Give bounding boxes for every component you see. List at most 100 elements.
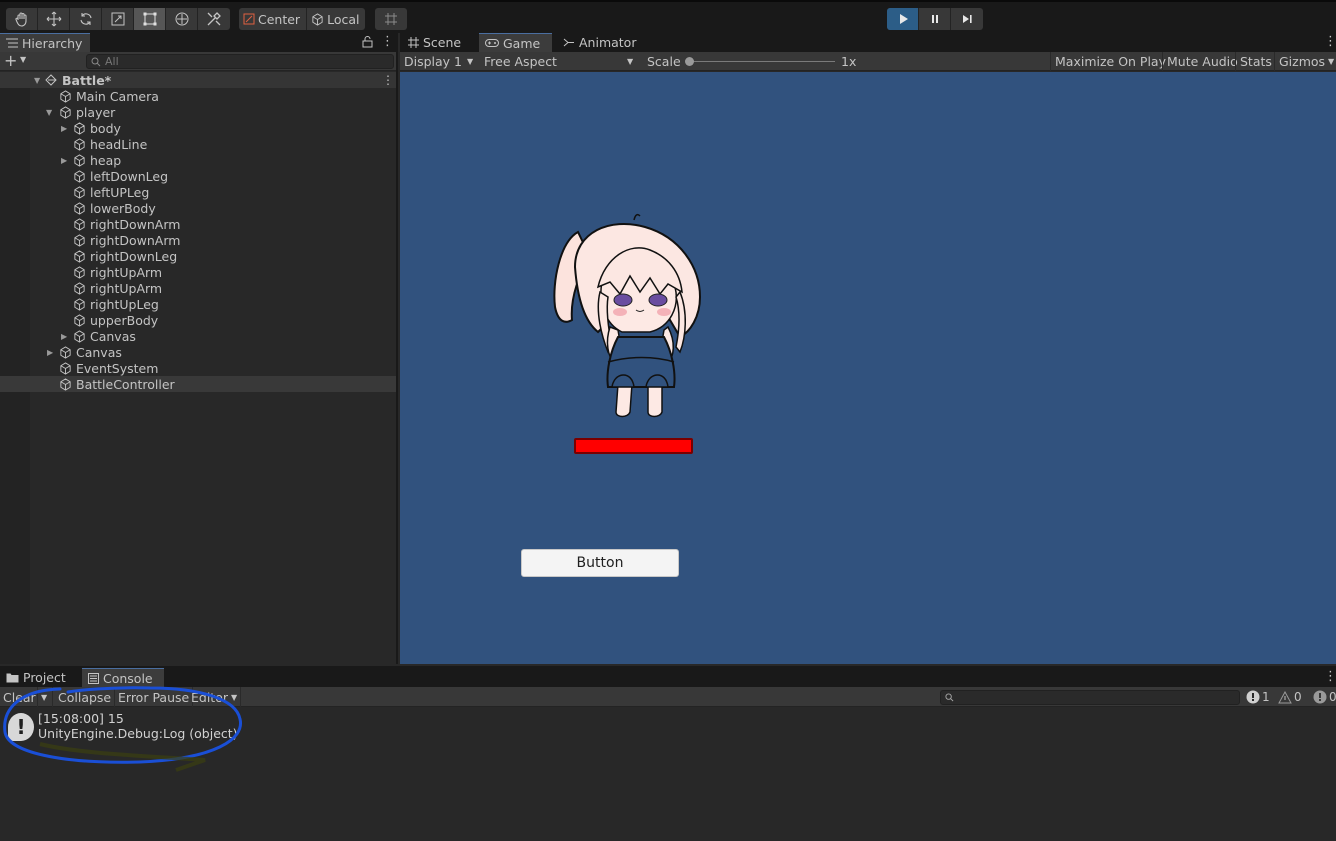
collapse-arrow-icon[interactable]: ▶ <box>61 156 67 165</box>
tree-item-rightuparm[interactable]: rightUpArm <box>0 280 396 296</box>
gizmos-chevron-icon[interactable]: ▼ <box>1328 57 1334 66</box>
tree-item-rightdownleg[interactable]: rightDownLeg <box>0 248 396 264</box>
tree-item-label: rightUpArm <box>90 280 163 296</box>
warn-count: 0 <box>1294 690 1302 704</box>
hierarchy-panel: Hierarchy ⋮ + ▼ All ▼ Battle* ⋮ Main Cam… <box>0 33 398 664</box>
log-count-toggle[interactable]: 1 <box>1246 687 1270 707</box>
pivot-icon <box>243 13 255 25</box>
play-icon[interactable] <box>887 8 919 30</box>
tree-item-label: player <box>76 104 116 120</box>
tab-project-label: Project <box>23 670 66 685</box>
tree-item-upperbody[interactable]: upperBody <box>0 312 396 328</box>
pivot-space-button[interactable]: Local <box>307 8 365 30</box>
maximize-on-play-toggle[interactable]: Maximize On Play <box>1050 52 1170 71</box>
console-search-input[interactable] <box>940 690 1240 705</box>
game-ui-button-label: Button <box>576 555 624 571</box>
chevron-down-icon[interactable]: ▼ <box>20 55 26 64</box>
rect-tool-icon[interactable] <box>134 8 166 30</box>
tree-item-leftdownleg[interactable]: leftDownLeg <box>0 168 396 184</box>
pause-icon[interactable] <box>919 8 951 30</box>
scale-value: 1x <box>841 54 857 69</box>
scene-row[interactable]: ▼ Battle* ⋮ <box>0 72 396 88</box>
collapse-arrow-icon[interactable]: ▶ <box>61 124 67 133</box>
grid-snap <box>375 8 407 30</box>
gameobject-cube-icon <box>72 217 86 231</box>
stats-toggle[interactable]: Stats <box>1235 52 1276 71</box>
console-icon <box>88 672 99 684</box>
gameobject-cube-icon <box>58 377 72 391</box>
tree-item-body[interactable]: ▶ body <box>0 120 396 136</box>
expand-arrow-icon[interactable]: ▼ <box>34 76 40 85</box>
tree-item-heap[interactable]: ▶ heap <box>0 152 396 168</box>
search-icon <box>91 57 101 66</box>
gameobject-cube-icon <box>58 105 72 119</box>
health-bar-fill <box>576 440 691 452</box>
tree-item-label: headLine <box>90 136 148 152</box>
console-panel: Project Console ⋮ Clear ▼ Collapse Error… <box>0 666 1336 841</box>
tree-item-rightdownarm[interactable]: rightDownArm <box>0 216 396 232</box>
rotate-tool-icon[interactable] <box>70 8 102 30</box>
gameobject-cube-icon <box>72 185 86 199</box>
move-tool-icon[interactable] <box>38 8 70 30</box>
gameobject-cube-icon <box>72 121 86 135</box>
tree-item-label: rightUpLeg <box>90 296 159 312</box>
transform-tool-icon[interactable] <box>166 8 198 30</box>
view-more-icon[interactable]: ⋮ <box>1324 34 1336 49</box>
console-more-icon[interactable]: ⋮ <box>1324 669 1336 684</box>
tree-item-canvas[interactable]: ▶ Canvas <box>0 344 396 360</box>
collapse-arrow-icon[interactable]: ▶ <box>47 348 53 357</box>
scale-slider-track[interactable] <box>690 61 835 62</box>
tree-item-rightupleg[interactable]: rightUpLeg <box>0 296 396 312</box>
pivot-center-button[interactable]: Center <box>239 8 308 30</box>
aspect-dropdown[interactable]: Free Aspect ▼ <box>480 52 638 71</box>
lock-icon[interactable] <box>362 35 373 51</box>
gameobject-cube-icon <box>72 169 86 183</box>
tree-item-lowerbody[interactable]: lowerBody <box>0 200 396 216</box>
tree-item-leftupleg[interactable]: leftUPLeg <box>0 184 396 200</box>
collapse-arrow-icon[interactable]: ▶ <box>61 332 67 341</box>
gameobject-cube-icon <box>72 281 86 295</box>
aspect-label: Free Aspect <box>484 54 557 69</box>
step-icon[interactable] <box>951 8 983 30</box>
hierarchy-search-input[interactable]: All <box>86 54 394 69</box>
expand-arrow-icon[interactable]: ▼ <box>46 108 52 117</box>
tree-item-canvas-child[interactable]: ▶ Canvas <box>0 328 396 344</box>
custom-tool-icon[interactable] <box>198 8 230 30</box>
info-bubble-icon <box>1246 690 1260 704</box>
tree-item-headline[interactable]: headLine <box>0 136 396 152</box>
display-dropdown[interactable]: Display 1 ▼ <box>400 52 478 71</box>
grid-snap-icon[interactable] <box>375 8 407 30</box>
pivot-label: Center <box>258 11 301 27</box>
scene-more-icon[interactable]: ⋮ <box>382 73 394 87</box>
more-menu-icon[interactable]: ⋮ <box>381 34 394 49</box>
hierarchy-tab-strip: Hierarchy ⋮ <box>0 33 396 52</box>
scale-slider-thumb[interactable] <box>685 57 694 66</box>
chevron-down-icon: ▼ <box>467 57 474 66</box>
hand-tool-icon[interactable] <box>6 8 38 30</box>
game-viewport[interactable]: Button <box>400 72 1336 664</box>
add-icon[interactable]: + <box>4 52 17 70</box>
tree-item-rightuparm[interactable]: rightUpArm <box>0 264 396 280</box>
gameobject-cube-icon <box>58 345 72 359</box>
error-count-toggle[interactable]: 0 <box>1313 687 1336 707</box>
tree-item-rightdownarm[interactable]: rightDownArm <box>0 232 396 248</box>
tab-scene[interactable]: Scene <box>402 33 467 52</box>
tree-item-battlecontroller[interactable]: BattleController <box>0 376 396 392</box>
tree-item-label: Canvas <box>90 328 136 344</box>
folder-icon <box>6 673 19 683</box>
scale-tool-icon[interactable] <box>102 8 134 30</box>
tree-item-eventsystem[interactable]: EventSystem <box>0 360 396 376</box>
tab-animator[interactable]: Animator <box>557 33 642 52</box>
tree-item-main-camera[interactable]: Main Camera <box>0 88 396 104</box>
warn-count-toggle[interactable]: 0 <box>1278 687 1302 707</box>
display-label: Display 1 <box>404 54 463 69</box>
tab-game[interactable]: Game <box>479 33 552 52</box>
scene-name: Battle* <box>62 72 112 88</box>
mute-audio-toggle[interactable]: Mute Audio <box>1162 52 1242 71</box>
gizmos-toggle[interactable]: Gizmos <box>1274 52 1329 71</box>
tab-game-label: Game <box>503 35 541 51</box>
tree-item-player[interactable]: ▼ player <box>0 104 396 120</box>
tree-item-label: Canvas <box>76 344 122 360</box>
game-ui-button[interactable]: Button <box>521 549 679 577</box>
tab-hierarchy[interactable]: Hierarchy <box>0 33 90 52</box>
